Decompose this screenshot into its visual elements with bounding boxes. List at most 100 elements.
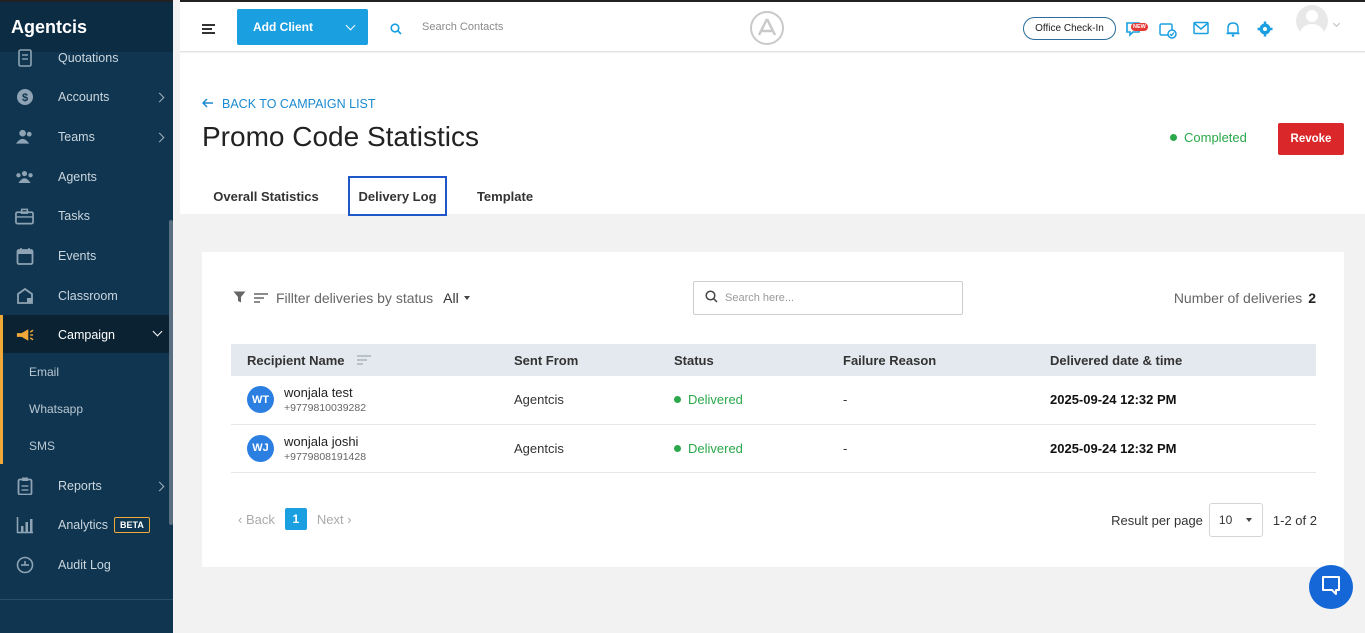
- table-row[interactable]: WT wonjala test +9779810039282 Agentcis …: [231, 376, 1316, 425]
- mail-icon[interactable]: [1193, 21, 1209, 37]
- results-range: 1-2 of 2: [1272, 512, 1317, 528]
- sidebar-item-label: Teams: [58, 130, 95, 144]
- sidebar-item-agents[interactable]: Agents: [0, 157, 173, 197]
- column-recipient-name[interactable]: Recipient Name: [231, 344, 498, 376]
- tab-overall-statistics[interactable]: Overall Statistics: [202, 176, 330, 216]
- chevron-right-icon: [154, 92, 165, 102]
- caret-down-icon: [463, 296, 470, 300]
- search-icon[interactable]: [390, 22, 402, 40]
- chevron-down-icon[interactable]: [345, 20, 356, 31]
- recipient-phone: +9779808191428: [284, 450, 367, 463]
- tab-delivery-log[interactable]: Delivery Log: [348, 176, 447, 216]
- sort-lines-icon: [254, 290, 268, 306]
- bell-icon[interactable]: [1226, 21, 1242, 37]
- sidebar-item-reports[interactable]: Reports: [0, 466, 173, 506]
- results-per-page-select[interactable]: 10: [1208, 503, 1263, 537]
- recipient-cell: WT wonjala test +9779810039282: [231, 376, 498, 425]
- page-number-button[interactable]: 1: [284, 508, 307, 530]
- delivery-count-value: 2: [1308, 290, 1316, 306]
- delivery-count: Number of deliveries 2: [1174, 290, 1316, 306]
- sidebar-item-audit-log[interactable]: Audit Log: [0, 545, 173, 585]
- failure-reason-cell: -: [827, 424, 1034, 473]
- filter-icon[interactable]: [233, 290, 246, 306]
- sent-from-cell: Agentcis: [498, 424, 658, 473]
- add-client-label: Add Client: [253, 20, 313, 34]
- arrow-left-icon: [201, 97, 214, 111]
- next-page-label: Next: [316, 511, 344, 527]
- sidebar-item-events[interactable]: Events: [0, 236, 173, 276]
- sidebar-item-label: Agents: [58, 170, 97, 184]
- sidebar-item-label: Analytics BETA: [58, 517, 150, 533]
- calendar-icon: [15, 247, 34, 266]
- sidebar-subitem-whatsapp[interactable]: Whatsapp: [0, 390, 173, 427]
- status-dot: [674, 396, 681, 404]
- svg-text:$: $: [21, 92, 27, 104]
- back-page-label: Back: [245, 511, 275, 527]
- megaphone-icon: [15, 326, 34, 345]
- sidebar-item-tasks[interactable]: Tasks: [0, 196, 173, 236]
- gear-icon[interactable]: [1257, 21, 1273, 37]
- sidebar-divider: [0, 599, 173, 600]
- recipient-avatar: WJ: [247, 434, 274, 462]
- status-badge: Delivered: [688, 392, 743, 408]
- recipient-phone: +9779810039282: [284, 402, 367, 415]
- next-page-button[interactable]: Next ›: [317, 512, 352, 527]
- chevron-down-icon[interactable]: [1332, 19, 1341, 28]
- sidebar-item-teams[interactable]: Teams: [0, 117, 173, 157]
- table-header-row: Recipient Name Sent From Status Failure …: [231, 344, 1316, 376]
- clipboard-icon: [15, 477, 34, 496]
- sidebar-subitem-email[interactable]: Email: [0, 353, 173, 390]
- user-avatar[interactable]: [1296, 5, 1328, 37]
- sidebar-item-label: Campaign: [58, 328, 115, 342]
- back-to-campaign-list-link[interactable]: BACK TO CAMPAIGN LIST: [201, 97, 376, 111]
- sidebar-subitem-sms[interactable]: SMS: [0, 427, 173, 464]
- sidebar-item-label: Audit Log: [58, 558, 111, 572]
- status-cell: Delivered: [658, 424, 827, 473]
- sidebar-item-accounts[interactable]: $ Accounts: [0, 77, 173, 117]
- table-row[interactable]: WJ wonjala joshi +9779808191428 Agentcis…: [231, 424, 1316, 473]
- back-page-button[interactable]: ‹ Back: [238, 512, 275, 527]
- delivery-log-card: Fillter deliveries by status All Search …: [202, 252, 1344, 567]
- audit-icon: [15, 556, 34, 575]
- sidebar-scrollbar[interactable]: [169, 220, 173, 525]
- sidebar-item-quotations[interactable]: Quotations: [0, 38, 173, 78]
- page-header: BACK TO CAMPAIGN LIST Promo Code Statist…: [180, 53, 1365, 216]
- status-dot: [1170, 134, 1177, 141]
- office-checkin-button[interactable]: Office Check-In: [1023, 17, 1116, 40]
- chat-icon: [1320, 574, 1342, 601]
- campaign-status: Completed: [1170, 130, 1247, 145]
- sidebar-item-label: Reports: [58, 479, 102, 493]
- add-client-button[interactable]: Add Client: [237, 9, 368, 45]
- classroom-icon: [15, 287, 34, 306]
- tab-template[interactable]: Template: [466, 176, 544, 216]
- top-bar: Add Client Search Contacts Office Check-…: [180, 0, 1365, 52]
- search-contacts-input[interactable]: Search Contacts: [422, 21, 503, 33]
- analytics-icon: [15, 516, 34, 535]
- task-check-icon[interactable]: [1159, 21, 1177, 39]
- sidebar: Agentcis Quotations $ Accounts Teams Age…: [0, 0, 173, 633]
- team-icon: [15, 128, 34, 147]
- results-per-page: Result per page 10 1-2 of 2: [1111, 503, 1317, 537]
- delivery-search-input[interactable]: Search here...: [693, 281, 963, 315]
- status-filter-select[interactable]: All: [443, 290, 470, 306]
- chevron-right-icon: [154, 481, 165, 491]
- company-logo-icon: [750, 11, 784, 45]
- status-filter-value: All: [443, 290, 459, 306]
- status-cell: Delivered: [658, 376, 827, 425]
- sort-icon[interactable]: [356, 353, 371, 368]
- status-label: Completed: [1184, 130, 1247, 145]
- sidebar-item-campaign[interactable]: Campaign: [0, 315, 173, 355]
- chat-support-button[interactable]: [1309, 565, 1353, 609]
- chevron-right-icon: [154, 132, 165, 142]
- revoke-button[interactable]: Revoke: [1278, 123, 1344, 155]
- column-label: Recipient Name: [247, 352, 345, 368]
- sidebar-item-analytics[interactable]: Analytics BETA: [0, 505, 173, 545]
- delivered-datetime-cell: 2025-09-24 12:32 PM: [1034, 376, 1316, 425]
- sidebar-item-label: Quotations: [58, 51, 119, 65]
- status-dot: [674, 444, 681, 452]
- recipient-cell: WJ wonjala joshi +9779808191428: [231, 424, 498, 473]
- dollar-icon: $: [15, 88, 34, 107]
- briefcase-icon: [15, 207, 34, 226]
- menu-icon[interactable]: [202, 24, 215, 34]
- sidebar-item-classroom[interactable]: Classroom: [0, 276, 173, 316]
